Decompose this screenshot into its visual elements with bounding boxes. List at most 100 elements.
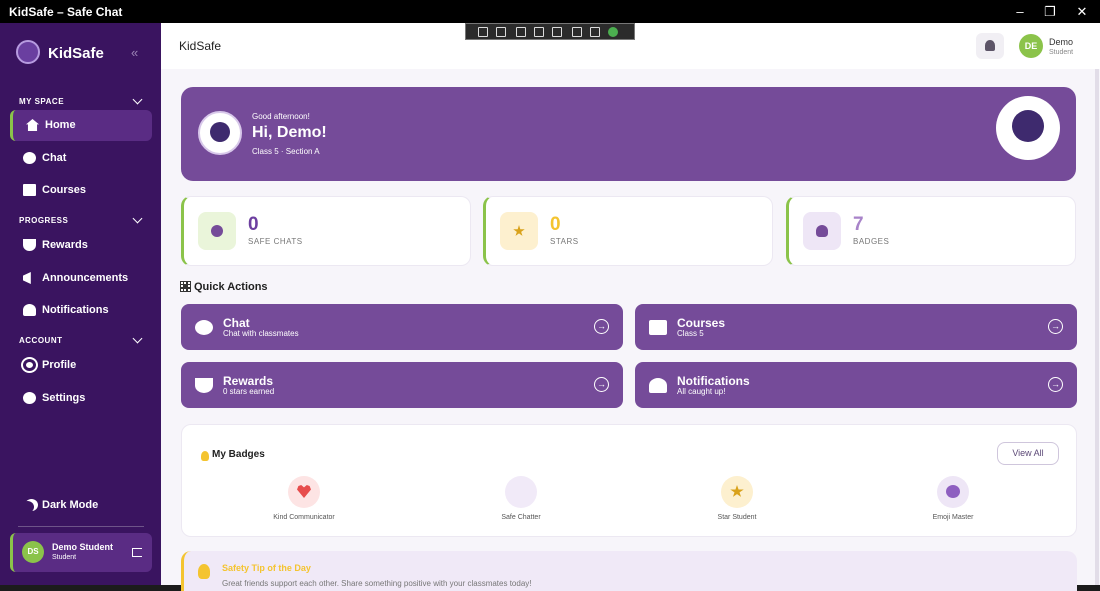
stat-value: 0 (248, 214, 259, 235)
dark-mode-toggle[interactable]: Dark Mode (10, 490, 152, 521)
sidebar-item-home[interactable]: Home (10, 110, 152, 141)
stat-label: BADGES (853, 237, 890, 246)
greeting: Good afternoon! (252, 112, 310, 121)
badge-item[interactable]: Star Student (682, 476, 792, 521)
lightbulb-icon (201, 451, 209, 461)
frame-icon[interactable] (534, 27, 544, 37)
sidebar-item-rewards[interactable]: Rewards (10, 230, 152, 261)
star-icon (513, 225, 525, 236)
badge-item[interactable]: Kind Communicator (249, 476, 359, 521)
window-title: KidSafe – Safe Chat (9, 5, 123, 19)
sidebar-item-profile[interactable]: Profile (10, 350, 152, 381)
quick-action-subtitle: All caught up! (677, 387, 726, 396)
logout-icon[interactable] (132, 548, 142, 557)
sidebar-item-label: Announcements (42, 272, 129, 284)
badge-name: Kind Communicator (273, 514, 335, 521)
bell-icon (649, 378, 667, 393)
quick-actions-heading: Quick Actions (180, 281, 268, 293)
stat-value: 7 (853, 214, 864, 235)
chevron-down-icon[interactable] (132, 94, 143, 105)
camera-icon[interactable] (496, 27, 506, 37)
grid-icon (180, 281, 191, 292)
section-my-space[interactable]: MY SPACE (19, 97, 64, 106)
page-title: KidSafe (179, 39, 222, 53)
pointer-icon[interactable] (516, 27, 526, 37)
quick-action-rewards[interactable]: Rewards 0 stars earned → (181, 362, 623, 408)
notifications-button[interactable] (976, 33, 1004, 59)
scrollbar[interactable] (1095, 69, 1099, 585)
accessibility-icon[interactable] (590, 27, 600, 37)
quick-action-subtitle: Class 5 (677, 329, 704, 338)
mascot-large-icon (996, 96, 1060, 160)
class-info: Class 5 · Section A (252, 147, 320, 156)
tip-title: Safety Tip of the Day (222, 563, 311, 573)
gamepad-icon[interactable] (572, 27, 582, 37)
sidebar-item-announcements[interactable]: Announcements (10, 263, 152, 294)
quick-action-subtitle: 0 stars earned (223, 387, 275, 396)
quick-action-title: Courses (677, 316, 726, 330)
kidsafe-logo-icon (16, 40, 40, 64)
minimize-button[interactable]: – (1010, 3, 1030, 20)
arrow-right-icon: → (594, 377, 609, 392)
user-card[interactable]: DS Demo Student Student (10, 533, 152, 572)
maximize-button[interactable]: ❐ (1040, 3, 1060, 20)
stat-card-badges: 7 BADGES (786, 196, 1076, 266)
quick-action-chat[interactable]: Chat Chat with classmates → (181, 304, 623, 350)
stat-label: SAFE CHATS (248, 237, 303, 246)
safety-tip-card: Safety Tip of the Day Great friends supp… (181, 551, 1077, 591)
stat-value: 0 (550, 214, 561, 235)
book-icon (23, 184, 36, 196)
stat-icon-box (500, 212, 538, 250)
chevron-down-icon[interactable] (132, 333, 143, 344)
megaphone-icon (23, 272, 31, 284)
badge-item[interactable]: Emoji Master (898, 476, 1008, 521)
badge-name: Safe Chatter (501, 514, 541, 521)
profile-icon (23, 359, 36, 371)
sidebar-item-settings[interactable]: Settings (10, 383, 152, 414)
avatar[interactable]: DE (1019, 34, 1043, 58)
shield-icon (514, 485, 528, 498)
user-role: Student (52, 554, 77, 561)
section-progress[interactable]: PROGRESS (19, 216, 68, 225)
quick-action-title: Chat (223, 316, 250, 330)
quick-action-subtitle: Chat with classmates (223, 329, 299, 338)
sidebar-item-label: Chat (42, 152, 67, 164)
view-all-button[interactable]: View All (997, 442, 1059, 465)
header-user-name: Demo (1049, 37, 1074, 47)
sidebar-item-notifications[interactable]: Notifications (10, 295, 152, 326)
arrow-right-icon: → (1048, 377, 1063, 392)
heart-icon (297, 485, 311, 498)
sidebar-item-label: Rewards (42, 239, 88, 251)
sidebar-item-label: Courses (42, 184, 87, 196)
badges-heading: My Badges (212, 449, 265, 460)
sidebar-item-chat[interactable]: Chat (10, 143, 152, 174)
chevron-down-icon[interactable] (132, 213, 143, 224)
book-icon (649, 320, 667, 335)
stat-icon-box (198, 212, 236, 250)
trophy-icon (23, 239, 36, 251)
bell-icon (985, 40, 995, 51)
welcome-banner: Good afternoon! Hi, Demo! Class 5 · Sect… (181, 87, 1076, 181)
moon-icon (21, 501, 34, 513)
region-icon[interactable] (552, 27, 562, 37)
chat-icon (211, 225, 223, 237)
badge-icon (816, 225, 828, 237)
quick-action-courses[interactable]: Courses Class 5 → (635, 304, 1077, 350)
my-badges-card: My Badges View All Kind Communicator Saf… (181, 424, 1077, 537)
welcome-heading: Hi, Demo! (252, 124, 327, 141)
tool-icon[interactable] (478, 27, 488, 37)
section-account[interactable]: ACCOUNT (19, 336, 63, 345)
badge-item[interactable]: Safe Chatter (466, 476, 576, 521)
header-user-role: Student (1049, 49, 1074, 56)
sidebar-item-courses[interactable]: Courses (10, 175, 152, 206)
close-button[interactable]: ✕ (1072, 3, 1092, 20)
capture-toolbar (465, 23, 635, 40)
app-name: KidSafe (48, 45, 104, 62)
smile-icon (946, 485, 960, 498)
quick-action-notifications[interactable]: Notifications All caught up! → (635, 362, 1077, 408)
check-icon[interactable] (608, 27, 618, 37)
sidebar-item-label: Settings (42, 392, 86, 404)
arrow-right-icon: → (594, 319, 609, 334)
chat-icon (195, 320, 213, 335)
collapse-sidebar-icon[interactable]: « (131, 45, 138, 60)
